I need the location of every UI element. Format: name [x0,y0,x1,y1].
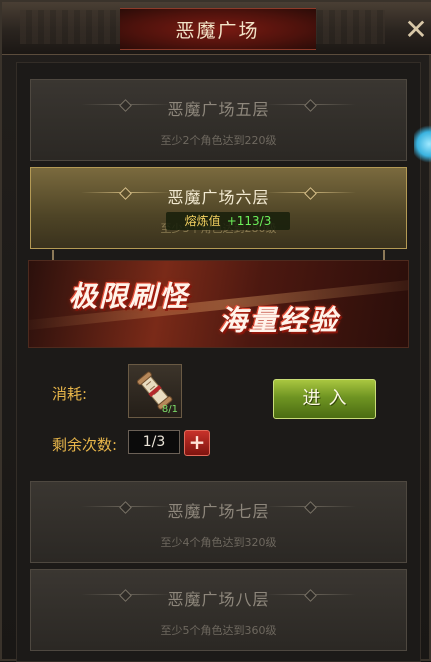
close-icon[interactable]: ✕ [402,16,430,44]
floor-item-7[interactable]: 恶魔广场七层 至少4个角色达到320级 [30,481,407,563]
banner-text-extreme-farming: 极限刷怪 [69,280,190,313]
floor-item-5[interactable]: 恶魔广场五层 至少2个角色达到220级 [30,79,407,161]
item-count: 8/1 [161,404,178,415]
promo-banner: 极限刷怪 海量经验 [28,260,409,348]
enter-button[interactable]: 进入 [273,379,376,419]
add-count-button[interactable]: + [184,430,210,456]
demon-square-window: 恶魔广场 ✕ 恶魔广场五层 至少2个角色达到220级 恶魔广场六层 至少3个角色… [0,0,431,662]
remaining-count-value: 1/3 [128,430,180,454]
side-spirit-icon [414,122,431,166]
floor-list[interactable]: 恶魔广场五层 至少2个角色达到220级 恶魔广场六层 至少3个角色达到280级 … [16,62,421,662]
floor-item-6-selected[interactable]: 恶魔广场六层 至少3个角色达到280级 熔炼值+113/3 [30,167,407,249]
floor-requirement: 至少2个角色达到220级 [160,134,277,147]
floor-name: 恶魔广场六层 [167,188,270,207]
cost-item-slot[interactable]: 8/1 [128,364,182,418]
remaining-count-label: 剩余次数: [52,436,118,454]
floor-name: 恶魔广场八层 [167,590,270,609]
floor-item-8[interactable]: 恶魔广场八层 至少5个角色达到360级 [30,569,407,651]
smelt-label: 熔炼值 [184,214,221,228]
title-bar: 恶魔广场 [2,2,431,55]
floor-requirement: 至少4个角色达到320级 [160,536,277,549]
smelt-value: +113/3 [226,214,272,228]
floor-name: 恶魔广场七层 [167,502,270,521]
smelt-value-tooltip: 熔炼值 +113/3 [166,212,290,230]
floor-requirement: 至少5个角色达到360级 [160,624,277,637]
floor-name: 恶魔广场五层 [167,100,270,119]
window-title: 恶魔广场 [175,20,260,42]
banner-text-massive-exp: 海量经验 [219,304,340,337]
cost-label: 消耗: [52,385,88,403]
